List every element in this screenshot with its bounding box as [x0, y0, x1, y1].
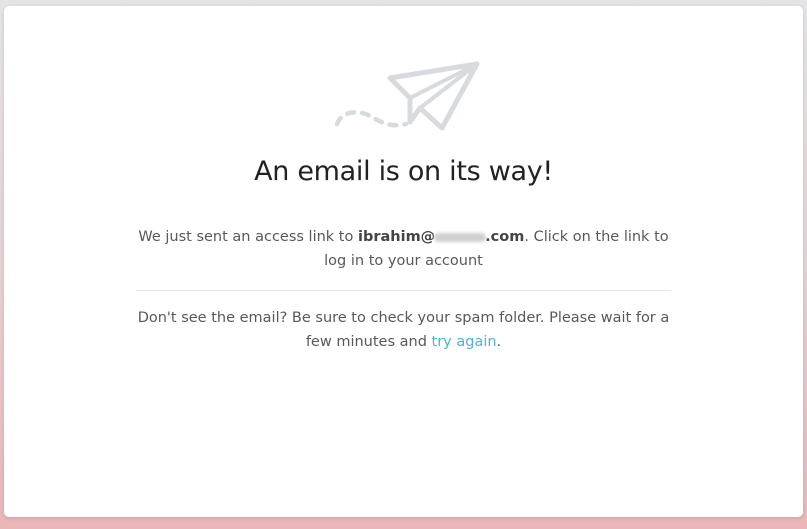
try-again-link[interactable]: try again	[432, 334, 497, 350]
page-title: An email is on its way!	[254, 156, 553, 187]
confirmation-card: An email is on its way! We just sent an …	[4, 6, 803, 517]
email-user: ibrahim@	[357, 229, 436, 245]
email-domain-end: .com	[485, 229, 525, 245]
email-address: ibrahim@ .com	[358, 229, 524, 245]
help-message: Don't see the email? Be sure to check yo…	[136, 306, 671, 354]
sent-message: We just sent an access link to ibrahim@.…	[136, 225, 671, 273]
divider	[136, 290, 671, 291]
help-prefix: Don't see the email? Be sure to check yo…	[137, 310, 670, 350]
email-redaction	[434, 232, 487, 242]
help-suffix: .	[496, 334, 502, 350]
sent-prefix: We just sent an access link to	[138, 229, 358, 245]
paper-plane-icon	[330, 54, 490, 138]
